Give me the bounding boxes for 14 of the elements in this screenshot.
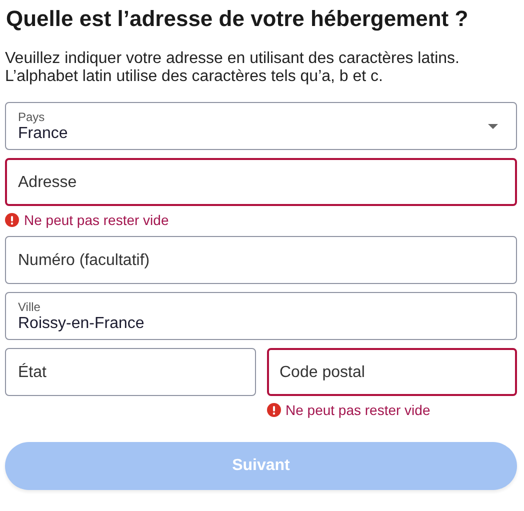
caret-icon [488,124,498,129]
text-field[interactable]: Ville Roissy-en-France [5,292,517,340]
error-message: Ne peut pas rester vide [24,212,169,228]
text-field[interactable]: Adresse [5,158,517,206]
instruction-text: L’alphabet latin utilise des caractères tels qu’a, b et c. [5,68,384,86]
page-title: Quelle est l’adresse de votre hébergement ? [6,6,470,32]
error-icon [266,403,280,417]
text-field[interactable]: Numéro (facultatif) [5,236,517,284]
text-field[interactable]: Code postal [266,348,517,396]
error-icon [5,213,19,227]
text-field[interactable]: État [5,348,256,396]
instruction-text: Veuillez indiquer votre adresse en utilisant des caractères latins. [5,50,460,68]
error-message: Ne peut pas rester vide [286,402,430,418]
country-select[interactable]: Pays France [5,102,517,150]
